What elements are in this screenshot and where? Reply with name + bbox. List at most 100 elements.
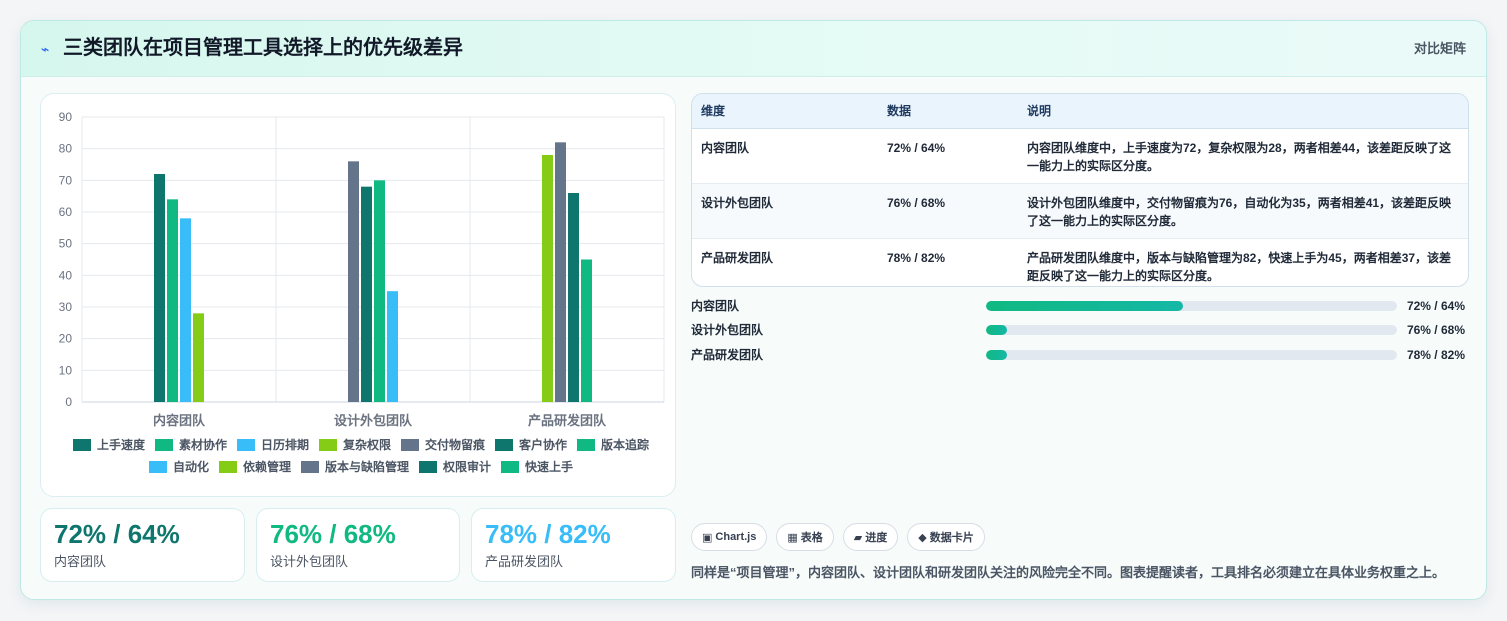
card-header: ⌁ 三类团队在项目管理工具选择上的优先级差异 对比矩阵: [21, 21, 1486, 77]
chip-chartjs[interactable]: ▣ Chart.js: [691, 523, 768, 551]
column-header: 维度: [692, 94, 878, 129]
legend-label: 复杂权限: [342, 438, 391, 452]
tech-chips: ▣ Chart.js ▦ 表格 ▰ 进度 ◆ 数据卡片: [691, 523, 985, 551]
legend-label: 客户协作: [519, 438, 568, 452]
legend-swatch: [236, 439, 255, 451]
chip-label: 进度: [865, 532, 888, 544]
x-tick-label: 内容团队: [153, 413, 206, 428]
legend-item[interactable]: 上手速度: [72, 438, 145, 452]
legend-item[interactable]: 交付物留痕: [401, 438, 485, 452]
y-tick-label: 70: [59, 173, 73, 187]
table-row: 内容团队 72% / 64% 内容团队维度中，上手速度为72，复杂权限为28，两…: [692, 128, 1468, 184]
progress-track: [986, 325, 1397, 335]
bar-chart: 0 10 20 30 40 50 60 70 80 90 内容团队 设计外包团队 产品研发团队: [59, 110, 665, 428]
chart-panel: 0 10 20 30 40 50 60 70 80 90 内容团队 设计外包团队 产品研发团队 上手速度…: [40, 93, 676, 497]
progress-row: 设计外包团队 76% / 68%: [691, 322, 1469, 338]
bar: [555, 142, 566, 403]
legend-item[interactable]: 自动化: [148, 460, 209, 474]
chart-legend: 上手速度 素材协作 日历排期 复杂权限 交付物留痕 客户协作 版本追踪自动化 依赖管理 版本与缺…: [61, 438, 661, 474]
y-tick-label: 0: [65, 395, 72, 409]
legend-swatch: [72, 439, 91, 451]
stat-value: 72% / 64%: [54, 519, 180, 549]
y-tick-label: 80: [59, 142, 73, 156]
progress-track: [986, 301, 1397, 311]
legend-item[interactable]: 版本与缺陷管理: [300, 460, 409, 474]
table-cell: 72% / 64%: [878, 128, 1018, 184]
legend-item[interactable]: 素材协作: [154, 438, 227, 452]
chip-progress[interactable]: ▰ 进度: [842, 523, 899, 551]
bar: [193, 313, 204, 402]
legend-item[interactable]: 依赖管理: [218, 460, 291, 474]
chip-table[interactable]: ▦ 表格: [776, 523, 834, 551]
legend-swatch: [300, 461, 319, 473]
column-header: 数据: [878, 94, 1018, 129]
progress-value: 76% / 68%: [1406, 323, 1465, 337]
table-row: 产品研发团队 78% / 82% 产品研发团队维度中，版本与缺陷管理为82，快速…: [692, 238, 1468, 286]
stat-card-product: 78% / 82% 产品研发团队: [471, 508, 676, 582]
chip-label: Chart.js: [715, 531, 757, 543]
bar: [387, 291, 398, 402]
bar: [154, 174, 165, 402]
stat-card-content: 72% / 64% 内容团队: [40, 508, 245, 582]
legend-swatch: [401, 439, 419, 451]
legend-swatch: [148, 461, 167, 473]
progress-value: 72% / 64%: [1406, 299, 1465, 313]
legend-label: 版本追踪: [601, 438, 650, 452]
legend-label: 日历排期: [260, 438, 309, 452]
progress-fill: [986, 301, 1184, 311]
progress-label: 产品研发团队: [691, 348, 764, 362]
table-cell: 产品研发团队维度中，版本与缺陷管理为82，快速上手为45，两者相差37，该差距反…: [1027, 250, 1452, 283]
header-tag: 对比矩阵: [1413, 41, 1466, 56]
legend-item[interactable]: 日历排期: [236, 438, 309, 452]
stat-label: 产品研发团队: [485, 554, 564, 569]
legend-label: 上手速度: [96, 438, 145, 452]
legend-swatch: [495, 439, 514, 451]
legend-label: 交付物留痕: [425, 438, 486, 452]
table-icon: ▦: [787, 531, 798, 544]
bar: [167, 199, 178, 402]
legend-swatch: [154, 439, 173, 451]
table-cell: 内容团队维度中，上手速度为72，复杂权限为28，两者相差44，该差距反映了这一能…: [1018, 128, 1468, 184]
table-cell: 78% / 82%: [887, 250, 946, 265]
progress-label: 设计外包团队: [691, 323, 764, 337]
table-cell: 产品研发团队: [701, 250, 774, 265]
legend-item[interactable]: 复杂权限: [318, 438, 391, 452]
diamond-icon: ◆: [918, 531, 927, 544]
stat-label: 设计外包团队: [270, 554, 349, 569]
progress-fill: [986, 325, 1007, 335]
legend-swatch: [577, 439, 596, 451]
table-row: 设计外包团队 76% / 68% 设计外包团队维度中，交付物留痕为76，自动化为…: [692, 183, 1468, 239]
bar: [374, 180, 385, 402]
progress-fill: [986, 350, 1007, 360]
x-tick-label: 设计外包团队: [334, 413, 413, 428]
legend-item[interactable]: 快速上手: [501, 460, 573, 474]
legend-item[interactable]: 客户协作: [495, 438, 567, 452]
y-tick-label: 50: [59, 237, 73, 251]
bar: [361, 186, 372, 402]
stat-value: 78% / 82%: [485, 519, 611, 549]
table-cell: 设计外包团队维度中，交付物留痕为76，自动化为35，两者相差41，该差距反映了这…: [1018, 183, 1468, 239]
chip-data-cards[interactable]: ◆ 数据卡片: [907, 523, 985, 551]
legend-swatch: [501, 461, 520, 473]
legend-label: 素材协作: [178, 438, 227, 452]
legend-label: 版本与缺陷管理: [324, 460, 409, 474]
table-header-row: 维度 数据 说明: [692, 94, 1468, 129]
chart-icon: ▣: [702, 531, 713, 544]
stat-label: 内容团队: [54, 554, 107, 569]
card-title: 三类团队在项目管理工具选择上的优先级差异: [63, 37, 463, 59]
bar: [348, 161, 359, 402]
bar: [581, 259, 592, 402]
x-tick-label: 产品研发团队: [528, 413, 607, 428]
y-tick-label: 90: [59, 110, 73, 124]
footnote: 同样是“项目管理”，内容团队、设计团队和研发团队关注的风险完全不同。图表提醒读者…: [691, 565, 1446, 580]
legend-item[interactable]: 权限审计: [419, 460, 491, 474]
legend-label: 依赖管理: [242, 460, 291, 474]
legend-label: 快速上手: [525, 460, 574, 474]
y-tick-label: 40: [59, 268, 73, 282]
table-cell: 76% / 68%: [878, 183, 1018, 239]
y-tick-label: 10: [59, 363, 73, 377]
chip-label: 表格: [800, 532, 823, 544]
legend-swatch: [218, 461, 237, 473]
progress-row: 内容团队 72% / 64%: [691, 298, 1469, 314]
legend-item[interactable]: 版本追踪: [577, 438, 649, 452]
